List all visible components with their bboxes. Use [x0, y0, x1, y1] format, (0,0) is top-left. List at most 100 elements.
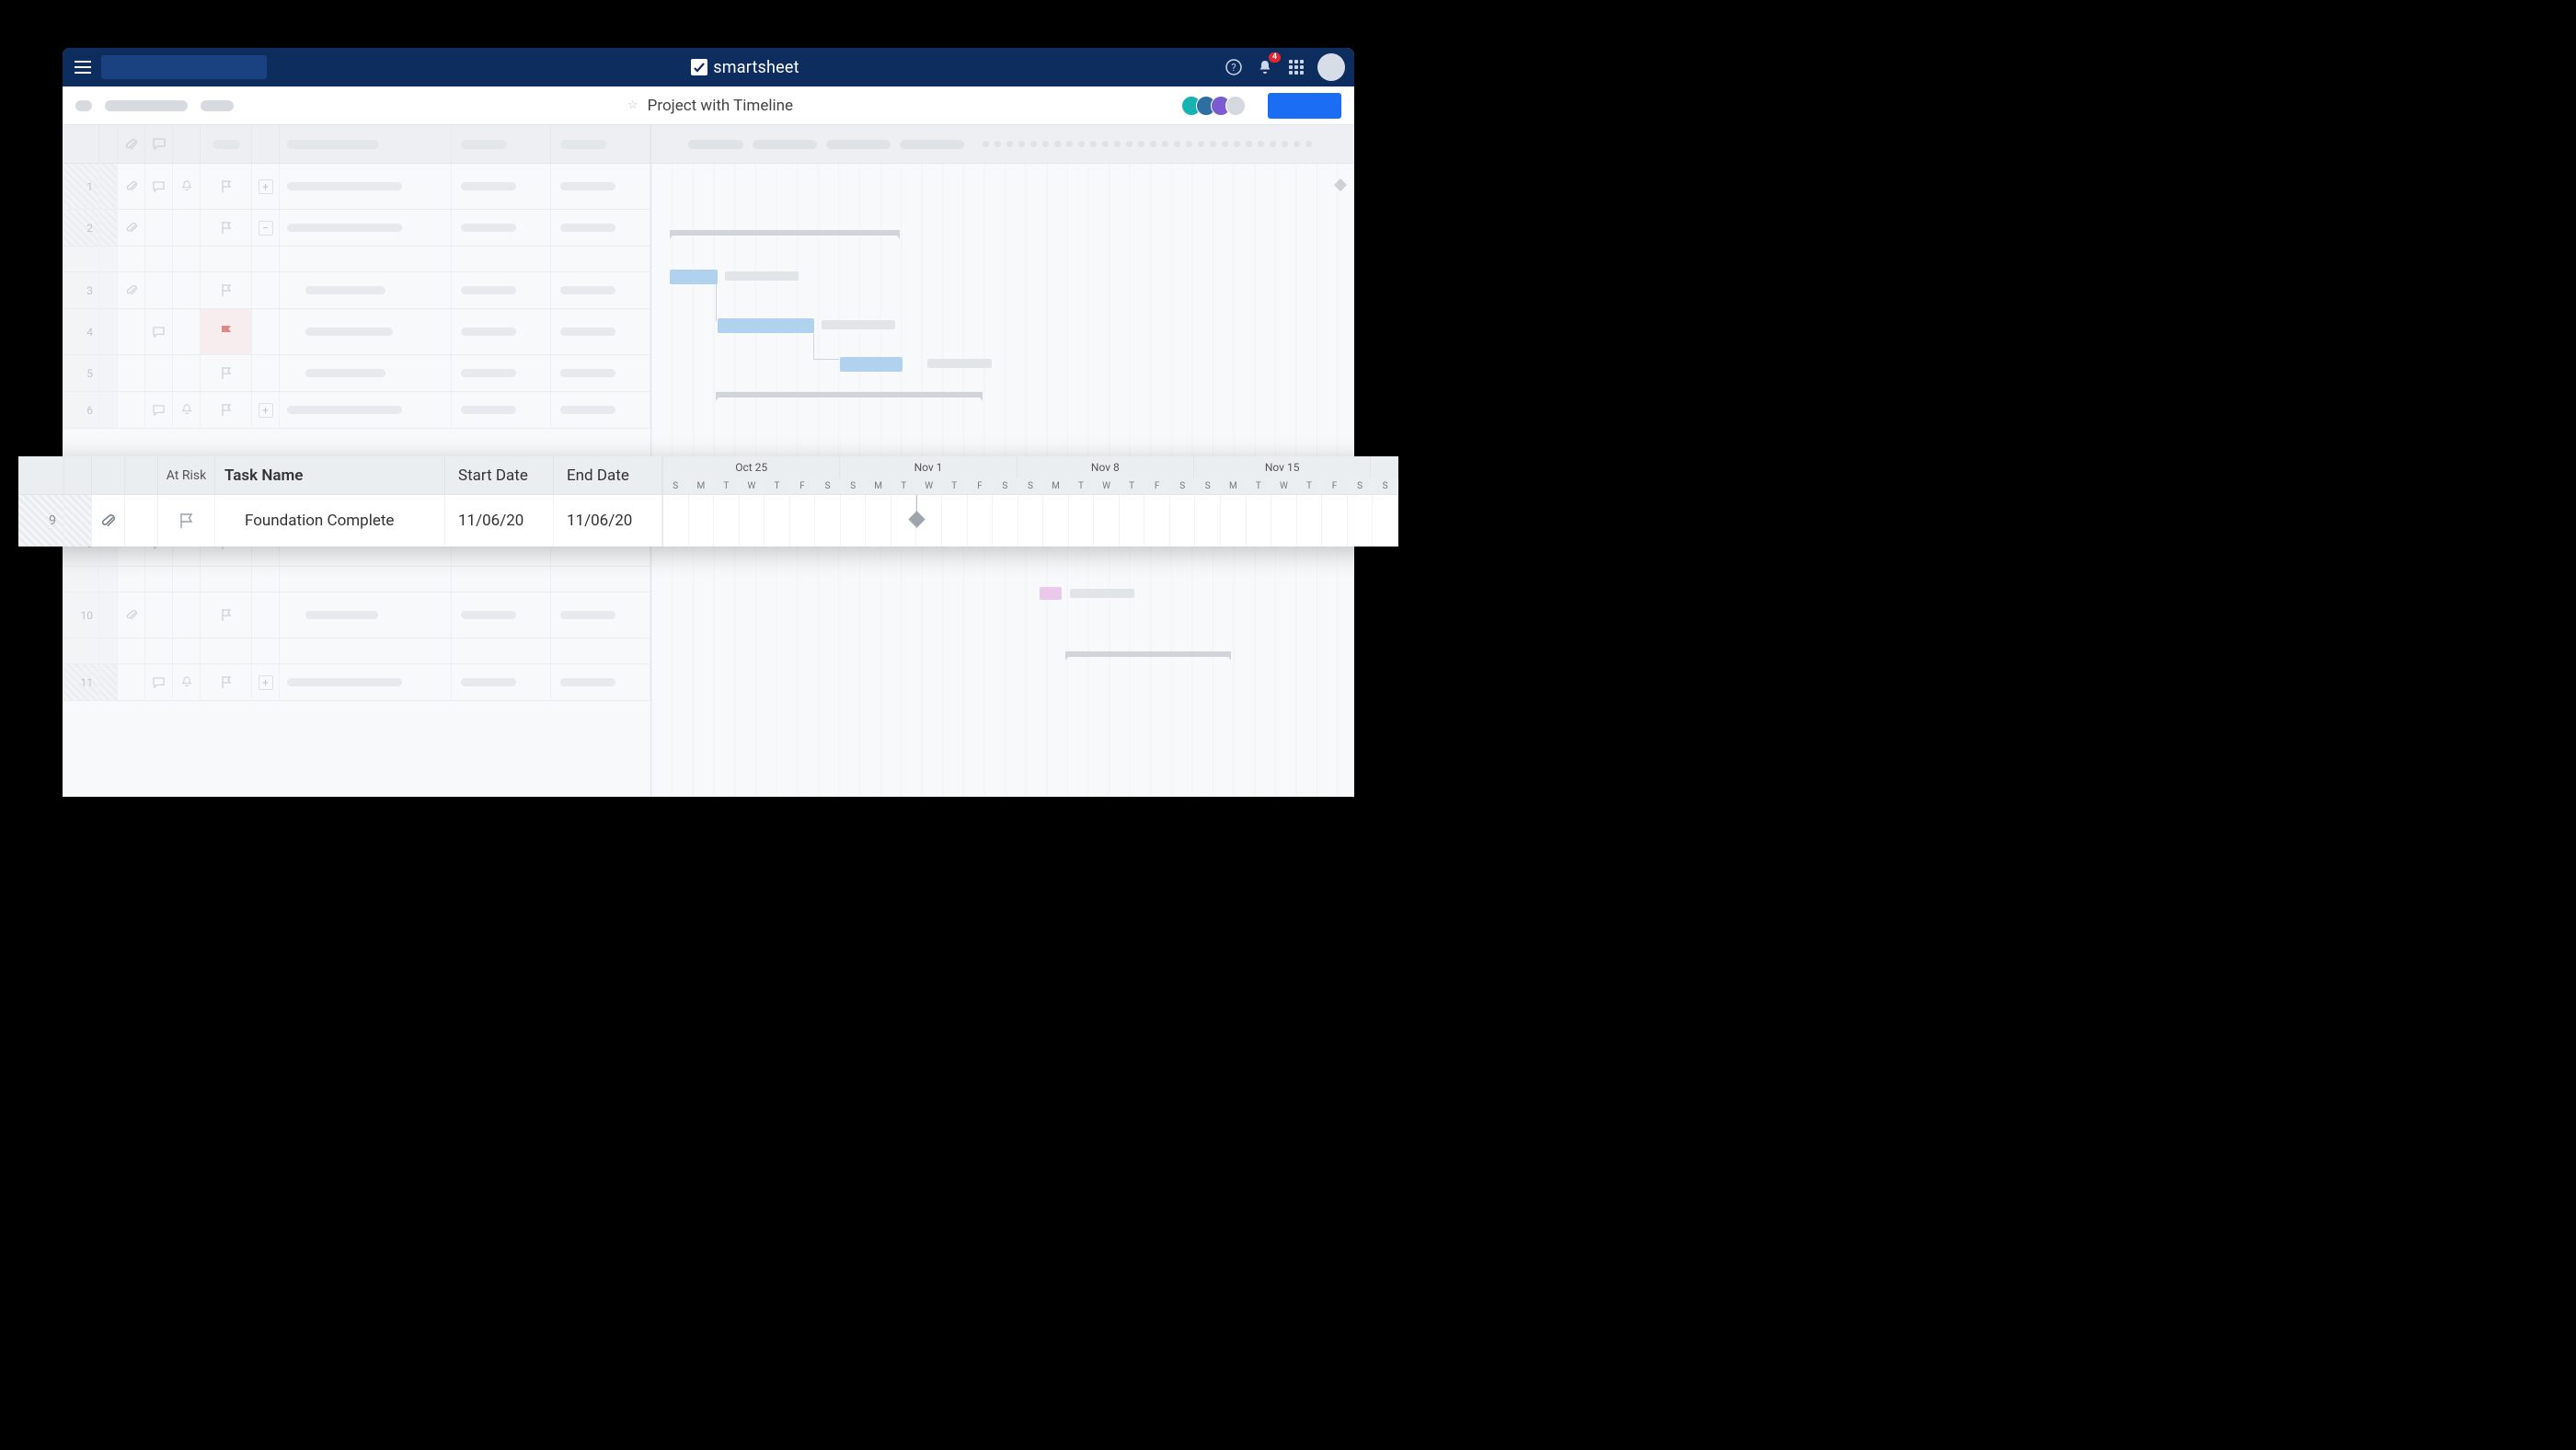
- svg-text:?: ?: [1231, 62, 1236, 74]
- expand-icon[interactable]: +: [259, 403, 273, 418]
- comment-icon[interactable]: [145, 164, 173, 209]
- row-number: 11: [63, 664, 99, 700]
- expand-icon[interactable]: +: [259, 179, 273, 194]
- highlight-gantt[interactable]: [663, 495, 1398, 547]
- toolbar-item[interactable]: [105, 100, 188, 111]
- timeline-day-label: W: [1271, 478, 1297, 494]
- row-number: 2: [63, 210, 99, 246]
- timeline-day-label: F: [790, 478, 816, 494]
- timeline-day-label: F: [1322, 478, 1348, 494]
- toolbar-item[interactable]: [201, 100, 234, 111]
- gantt-bar[interactable]: [670, 270, 718, 284]
- comment-icon[interactable]: [145, 309, 173, 354]
- row-number: 9: [18, 495, 64, 547]
- table-row[interactable]: 11 +: [63, 664, 650, 701]
- table-row[interactable]: [63, 639, 650, 664]
- timeline-day-label: T: [942, 478, 968, 494]
- timeline-day-label: T: [1069, 478, 1095, 494]
- table-row[interactable]: 6 +: [63, 392, 650, 429]
- timeline-day-label: S: [1373, 478, 1398, 494]
- flag-icon[interactable]: [201, 164, 252, 209]
- table-row[interactable]: 5: [63, 355, 650, 392]
- apps-icon[interactable]: [1286, 57, 1306, 77]
- flag-icon[interactable]: [201, 355, 252, 391]
- gantt-baseline: [725, 271, 799, 281]
- timeline-day-label: T: [1247, 478, 1272, 494]
- row-number: 4: [63, 309, 99, 354]
- gantt-summary-bar[interactable]: [670, 230, 900, 236]
- timeline-day-label: S: [1170, 478, 1196, 494]
- gantt-bar[interactable]: [840, 357, 903, 372]
- end-date-cell[interactable]: 11/06/20: [567, 512, 632, 530]
- at-risk-header: At Risk: [167, 468, 206, 483]
- grid-header: [63, 125, 650, 164]
- avatar[interactable]: [1317, 53, 1345, 81]
- search-input[interactable]: [101, 55, 267, 79]
- notification-badge: 4: [1269, 52, 1281, 63]
- app-window: smartsheet ? 4 ☆ Project with Timeline: [63, 48, 1354, 797]
- attachment-column-header[interactable]: [118, 125, 145, 163]
- gantt-summary-bar[interactable]: [716, 392, 983, 397]
- highlighted-row[interactable]: 9 Foundation Complete 11/06/20 11/06/20: [18, 495, 662, 547]
- topnav: smartsheet ? 4: [63, 48, 1354, 86]
- brand-logo: smartsheet: [274, 58, 1216, 77]
- attachment-icon[interactable]: [118, 272, 145, 308]
- table-row[interactable]: 3: [63, 272, 650, 309]
- timeline-day-label: T: [891, 478, 917, 494]
- gantt-bar[interactable]: [718, 318, 814, 333]
- end-date-header: End Date: [567, 466, 629, 485]
- collapse-icon[interactable]: −: [259, 221, 273, 236]
- timeline-day-label: W: [916, 478, 942, 494]
- timeline-week-label: Nov 1: [840, 456, 1017, 478]
- timeline-day-label: W: [740, 478, 765, 494]
- timeline-week-label: Nov 8: [1018, 456, 1194, 478]
- timeline-day-label: W: [1094, 478, 1120, 494]
- start-date-header: Start Date: [458, 466, 528, 485]
- attachment-icon[interactable]: [118, 210, 145, 246]
- help-icon[interactable]: ?: [1224, 57, 1244, 77]
- timeline-header: Oct 25Nov 1Nov 8Nov 15 SMTWTFSSMTWTFSSMT…: [663, 456, 1398, 495]
- toolbar-item[interactable]: [75, 100, 92, 111]
- timeline-day-label: M: [689, 478, 715, 494]
- attachment-icon[interactable]: [118, 164, 145, 209]
- table-row[interactable]: 2 −: [63, 210, 650, 247]
- timeline-day-label: S: [815, 478, 841, 494]
- table-row[interactable]: 10: [63, 593, 650, 639]
- comment-icon[interactable]: [145, 392, 173, 428]
- timeline-day-label: F: [1144, 478, 1170, 494]
- start-date-cell[interactable]: 11/06/20: [458, 512, 523, 530]
- notifications-icon[interactable]: 4: [1255, 57, 1275, 77]
- table-row[interactable]: 4: [63, 309, 650, 355]
- timeline-day-label: S: [663, 478, 689, 494]
- row-number: 10: [63, 593, 99, 638]
- timeline-day-label: S: [993, 478, 1018, 494]
- menu-icon[interactable]: [72, 56, 94, 78]
- timeline-week-label: Oct 25: [663, 456, 840, 478]
- flag-icon[interactable]: [201, 309, 252, 354]
- favorite-star-icon[interactable]: ☆: [627, 98, 638, 112]
- gantt-bar[interactable]: [1040, 587, 1062, 600]
- timeline-day-label: M: [1221, 478, 1247, 494]
- reminder-icon[interactable]: [173, 392, 201, 428]
- task-name-cell[interactable]: Foundation Complete: [245, 512, 394, 530]
- row-number: 3: [63, 272, 99, 308]
- table-row[interactable]: [63, 567, 650, 593]
- highlighted-row-overlay: At Risk Task Name Start Date End Date 9 …: [18, 456, 1398, 547]
- comment-column-header[interactable]: [145, 125, 173, 163]
- timeline-day-label: M: [866, 478, 891, 494]
- table-row[interactable]: [63, 247, 650, 272]
- row-number: 1: [63, 164, 99, 209]
- gantt-summary-bar[interactable]: [1065, 651, 1231, 657]
- flag-icon[interactable]: [201, 210, 252, 246]
- brand-text: smartsheet: [713, 58, 799, 77]
- flag-icon[interactable]: [201, 392, 252, 428]
- flag-icon[interactable]: [158, 495, 215, 547]
- reminder-icon[interactable]: [173, 164, 201, 209]
- attachment-icon[interactable]: [92, 495, 125, 547]
- flag-icon[interactable]: [201, 272, 252, 308]
- share-button[interactable]: [1268, 93, 1341, 119]
- timeline-day-label: T: [1297, 478, 1323, 494]
- table-row[interactable]: 1 +: [63, 164, 650, 210]
- gantt-baseline: [822, 320, 895, 329]
- collaborator-avatars[interactable]: [1187, 96, 1246, 116]
